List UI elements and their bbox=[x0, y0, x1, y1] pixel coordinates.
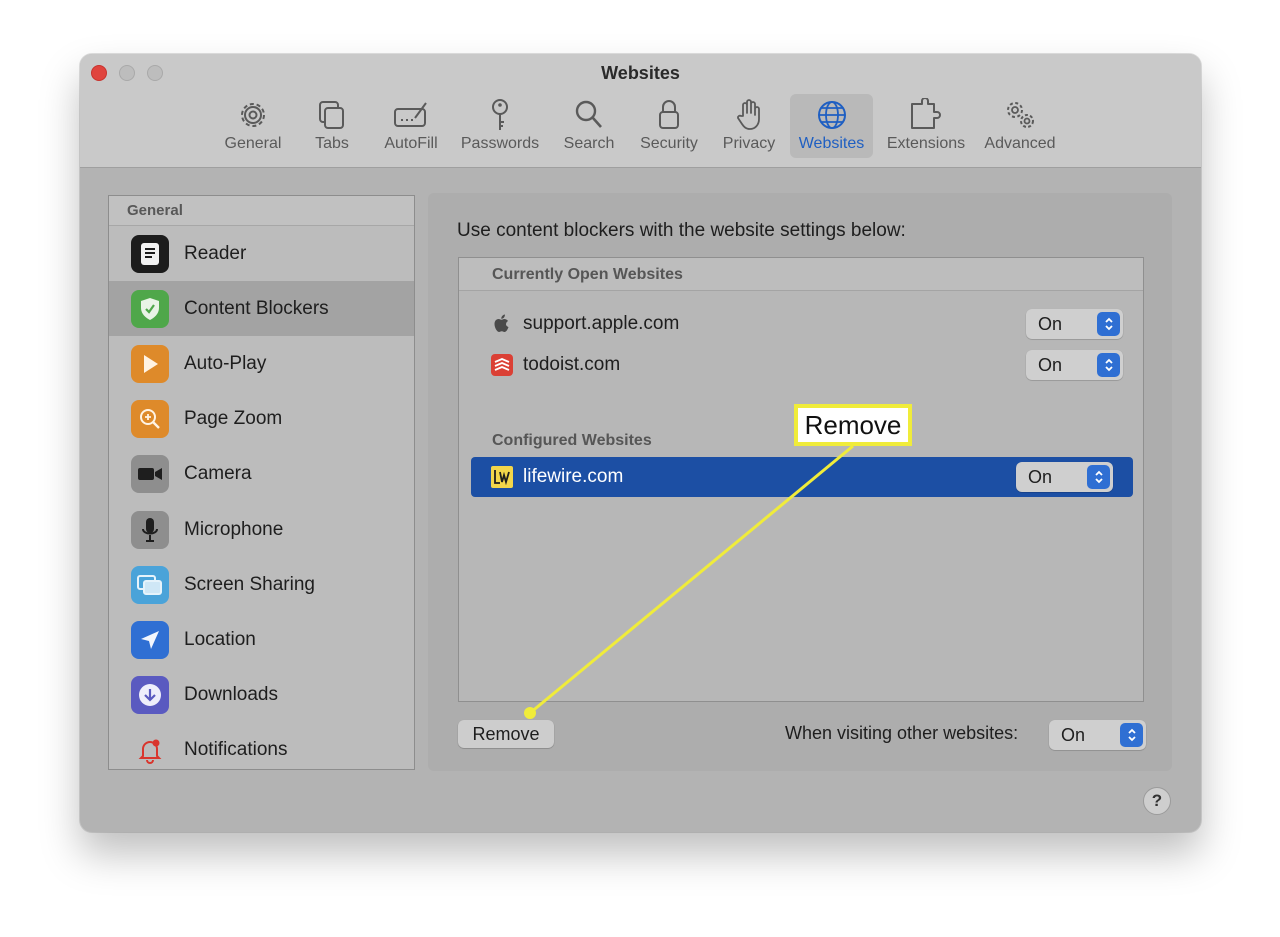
tab-label: Websites bbox=[798, 135, 865, 152]
chevron-updown-icon bbox=[1097, 353, 1120, 377]
tab-extensions[interactable]: Extensions bbox=[881, 94, 971, 158]
hand-icon bbox=[737, 99, 760, 130]
site-setting-select[interactable]: On bbox=[1016, 462, 1113, 492]
tab-label: Advanced bbox=[984, 135, 1056, 152]
autofill-icon bbox=[394, 102, 427, 127]
bell-icon bbox=[131, 731, 169, 769]
select-value: On bbox=[1038, 314, 1063, 334]
tab-websites[interactable]: Websites bbox=[790, 94, 873, 158]
site-setting-select[interactable]: On bbox=[1026, 350, 1123, 380]
chevron-updown-icon bbox=[1097, 312, 1120, 336]
select-value: On bbox=[1028, 467, 1053, 487]
lifewire-icon bbox=[489, 464, 515, 490]
play-icon bbox=[131, 344, 169, 383]
site-row-todoist[interactable]: todoist.com On bbox=[471, 345, 1133, 385]
site-row-lifewire[interactable]: lifewire.com On bbox=[471, 457, 1133, 497]
tab-privacy[interactable]: Privacy bbox=[716, 94, 782, 158]
sidebar-item-camera[interactable]: Camera bbox=[109, 447, 414, 502]
download-icon bbox=[131, 676, 169, 715]
gears-icon bbox=[1007, 102, 1034, 128]
sidebar-item-location[interactable]: Location bbox=[109, 612, 414, 667]
camera-icon bbox=[131, 455, 169, 494]
select-value: On bbox=[1038, 355, 1063, 375]
screen-sharing-icon bbox=[131, 565, 169, 604]
globe-icon bbox=[817, 101, 846, 129]
content-blockers-panel: Use content blockers with the website se… bbox=[428, 193, 1172, 771]
site-setting-select[interactable]: On bbox=[1026, 309, 1123, 339]
tab-search[interactable]: Search bbox=[556, 94, 622, 158]
tab-label: General bbox=[224, 135, 282, 152]
select-value: On bbox=[1061, 725, 1086, 745]
preferences-window: Websites General Tabs AutoFill Passwords… bbox=[80, 54, 1201, 832]
site-domain: support.apple.com bbox=[523, 313, 680, 334]
configured-websites-header: Configured Websites bbox=[492, 432, 652, 449]
sidebar-item-label: Microphone bbox=[184, 518, 284, 540]
tab-security[interactable]: Security bbox=[634, 94, 704, 158]
todoist-icon bbox=[489, 352, 515, 378]
sidebar-item-downloads[interactable]: Downloads bbox=[109, 668, 414, 723]
sidebar-item-label: Reader bbox=[184, 242, 247, 264]
gear-icon bbox=[241, 103, 265, 127]
callout-label: Remove bbox=[794, 404, 912, 446]
sidebar-item-label: Downloads bbox=[184, 684, 278, 706]
sidebar-item-screen-sharing[interactable]: Screen Sharing bbox=[109, 557, 414, 612]
sidebar-header: General bbox=[109, 196, 414, 226]
other-websites-select[interactable]: On bbox=[1049, 720, 1146, 750]
panel-description: Use content blockers with the website se… bbox=[457, 220, 906, 241]
lock-icon bbox=[659, 100, 679, 129]
tab-label: Passwords bbox=[460, 135, 540, 152]
tab-autofill[interactable]: AutoFill bbox=[376, 94, 446, 158]
sidebar-item-reader[interactable]: Reader bbox=[109, 226, 414, 281]
site-domain: todoist.com bbox=[523, 354, 621, 375]
reader-icon bbox=[131, 234, 169, 273]
help-button[interactable]: ? bbox=[1143, 787, 1171, 815]
remove-button[interactable]: Remove bbox=[458, 720, 554, 748]
tab-label: Privacy bbox=[722, 135, 776, 152]
tab-advanced[interactable]: Advanced bbox=[978, 94, 1062, 158]
tabs-icon bbox=[319, 101, 344, 129]
tab-label: Extensions bbox=[886, 135, 966, 152]
other-websites-label: When visiting other websites: bbox=[785, 723, 1019, 743]
tab-label: Tabs bbox=[315, 135, 349, 152]
sidebar-item-label: Auto-Play bbox=[184, 352, 267, 374]
apple-icon bbox=[489, 311, 515, 337]
tab-general[interactable]: General bbox=[216, 94, 290, 158]
sidebar-item-page-zoom[interactable]: Page Zoom bbox=[109, 392, 414, 447]
sidebar-item-content-blockers[interactable]: Content Blockers bbox=[109, 281, 414, 337]
sidebar: General Reader Content Blockers Auto-Pla… bbox=[108, 195, 415, 770]
sidebar-item-notifications[interactable]: Notifications bbox=[109, 723, 414, 769]
shield-icon bbox=[131, 289, 169, 328]
sidebar-item-label: Page Zoom bbox=[184, 408, 283, 430]
toolbar: Websites General Tabs AutoFill Passwords… bbox=[80, 54, 1201, 168]
sidebar-item-label: Content Blockers bbox=[184, 297, 329, 319]
chevron-updown-icon bbox=[1120, 723, 1143, 747]
sidebar-item-auto-play[interactable]: Auto-Play bbox=[109, 336, 414, 391]
sidebar-item-label: Screen Sharing bbox=[184, 573, 315, 595]
websites-list: Currently Open Websites support.apple.co… bbox=[458, 257, 1144, 702]
zoom-icon bbox=[131, 400, 169, 439]
sidebar-item-microphone[interactable]: Microphone bbox=[109, 502, 414, 557]
tab-tabs[interactable]: Tabs bbox=[301, 94, 363, 158]
sidebar-item-label: Notifications bbox=[184, 739, 288, 761]
tab-passwords[interactable]: Passwords bbox=[456, 94, 544, 158]
site-domain: lifewire.com bbox=[523, 466, 624, 487]
key-icon bbox=[492, 99, 508, 130]
open-websites-header: Currently Open Websites bbox=[459, 258, 1143, 291]
puzzle-icon bbox=[911, 98, 941, 129]
site-row-support-apple[interactable]: support.apple.com On bbox=[471, 304, 1133, 344]
sidebar-item-label: Camera bbox=[184, 463, 252, 485]
tab-label: AutoFill bbox=[384, 135, 438, 152]
sidebar-item-label: Location bbox=[184, 628, 256, 650]
location-icon bbox=[131, 620, 169, 659]
tab-label: Security bbox=[640, 135, 698, 152]
microphone-icon bbox=[131, 510, 169, 549]
tab-label: Search bbox=[563, 135, 615, 152]
chevron-updown-icon bbox=[1087, 465, 1110, 489]
magnifier-icon bbox=[575, 100, 602, 128]
window-title: Websites bbox=[601, 63, 680, 83]
